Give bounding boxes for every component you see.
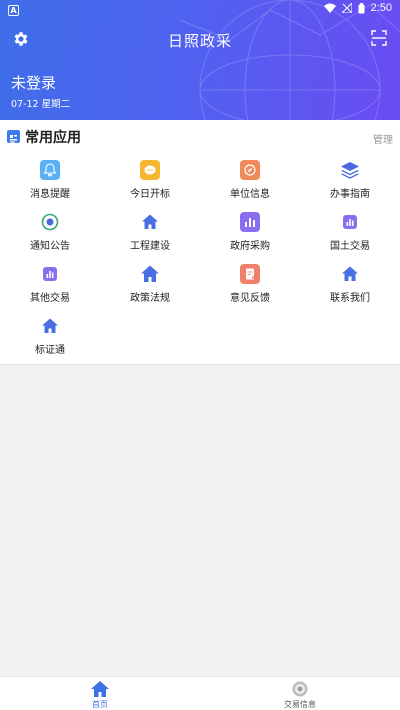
app-label: 联系我们 [330, 293, 370, 304]
current-date: 07-12 星期二 [11, 99, 71, 110]
app-other-trading[interactable]: 其他交易 [0, 261, 100, 313]
manage-link[interactable]: 管理 [373, 131, 393, 146]
home-icon [42, 318, 58, 333]
app-contact-us[interactable]: 联系我们 [300, 261, 400, 313]
bar-chart-icon [240, 212, 260, 232]
app-label: 其他交易 [30, 293, 70, 304]
app-label: 通知公告 [30, 241, 70, 252]
target-icon [41, 213, 59, 231]
scan-icon[interactable] [371, 30, 387, 46]
app-service-guide[interactable]: 办事指南 [300, 157, 400, 209]
compass-icon [240, 160, 260, 180]
header-banner: A 2:50 日照政采 未登录 07-12 星期二 [0, 0, 400, 120]
app-badge-icon: A [8, 5, 19, 16]
app-engineering[interactable]: 工程建设 [100, 209, 200, 261]
document-edit-icon [240, 264, 260, 284]
bell-icon [40, 160, 60, 180]
app-label: 国土交易 [330, 241, 370, 252]
app-label: 办事指南 [330, 189, 370, 200]
section-title: 常用应用 [25, 130, 81, 146]
battery-icon [358, 2, 365, 13]
wifi-icon [323, 3, 336, 13]
app-label: 消息提醒 [30, 189, 70, 200]
bottom-tab-bar: 首页 交易信息 [0, 676, 400, 710]
app-message-reminder[interactable]: 消息提醒 [0, 157, 100, 209]
signal-icon [341, 3, 352, 13]
app-title: 日照政采 [167, 32, 232, 50]
app-policy-regulation[interactable]: 政策法规 [100, 261, 200, 313]
app-feedback[interactable]: 意见反馈 [200, 261, 300, 313]
login-status[interactable]: 未登录 [11, 72, 56, 93]
globe-decoration [179, 0, 400, 120]
app-today-bidding[interactable]: 今日开标 [100, 157, 200, 209]
app-label: 政府采购 [230, 241, 270, 252]
app-biaozhengtong[interactable]: 标证通 [0, 313, 100, 365]
section-grid-icon [7, 130, 20, 143]
status-time: 2:50 [370, 2, 392, 14]
tab-trade-info[interactable]: 交易信息 [200, 677, 400, 710]
home-tab-icon [91, 681, 109, 697]
bar-chart-icon [343, 215, 357, 229]
chat-bubble-icon [140, 160, 160, 180]
home-icon [141, 265, 159, 282]
home-icon [142, 214, 158, 229]
trade-coin-icon [292, 681, 308, 697]
app-label: 意见反馈 [230, 293, 270, 304]
app-label: 政策法规 [130, 293, 170, 304]
app-notice[interactable]: 通知公告 [0, 209, 100, 261]
bar-chart-icon [43, 267, 57, 281]
status-bar: A 2:50 [0, 0, 400, 18]
home-icon [342, 266, 358, 281]
tab-label: 首页 [92, 700, 108, 709]
layers-icon [341, 162, 359, 179]
tab-label: 交易信息 [284, 700, 316, 709]
tab-home[interactable]: 首页 [0, 677, 200, 710]
app-label: 今日开标 [130, 189, 170, 200]
app-label: 工程建设 [130, 241, 170, 252]
app-label: 单位信息 [230, 189, 270, 200]
common-apps-panel: 常用应用 管理 消息提醒 今日开标 单位信息 办事指南 通知公告 工程建设 政府… [0, 120, 400, 365]
app-label: 标证通 [35, 345, 65, 356]
app-unit-info[interactable]: 单位信息 [200, 157, 300, 209]
app-gov-procurement[interactable]: 政府采购 [200, 209, 300, 261]
app-land-trading[interactable]: 国土交易 [300, 209, 400, 261]
